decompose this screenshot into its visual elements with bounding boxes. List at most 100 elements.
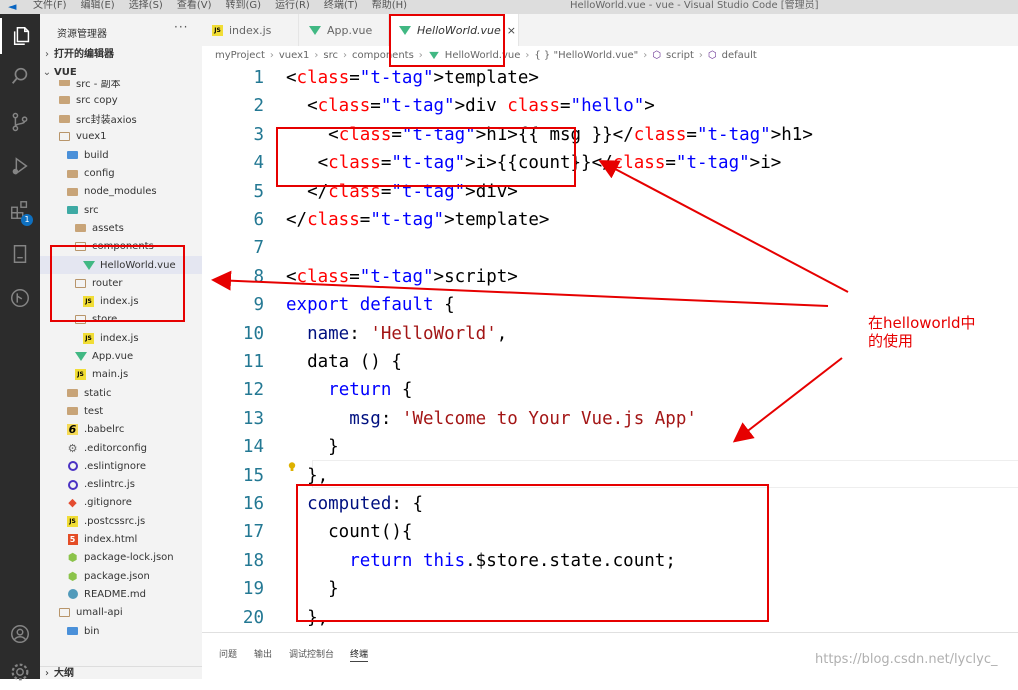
tree-item[interactable]: 6 .babelrc [40, 421, 202, 439]
breadcrumb-default[interactable]: default [722, 50, 757, 61]
highlight-box-template [276, 127, 576, 187]
tree-item[interactable]: README.md [40, 585, 202, 603]
title-bar: ◄ 文件(F) 编辑(E) 选择(S) 查看(V) 转到(G) 运行(R) 终端… [0, 0, 1018, 14]
tree-item[interactable]: ⬢ package-lock.json [40, 549, 202, 567]
code-text: msg: 'Welcome to Your Vue.js App' [349, 408, 697, 429]
breadcrumb-myproject[interactable]: myProject [215, 50, 265, 61]
menu-run[interactable]: 运行(R) [275, 0, 310, 12]
tree-item[interactable]: src copy [40, 91, 202, 109]
tab-debug-console[interactable]: 调试控制台 [289, 647, 334, 660]
tab-problems[interactable]: 问题 [219, 647, 237, 660]
workspace-label: VUE [54, 67, 77, 78]
tree-item[interactable]: static [40, 384, 202, 402]
code-line[interactable]: 11 data () { [202, 348, 1018, 376]
tree-item[interactable]: node_modules [40, 183, 202, 201]
book-icon[interactable] [0, 236, 40, 272]
explorer-icon[interactable] [0, 18, 42, 54]
tree-item[interactable]: src封装axios [40, 110, 202, 128]
extensions-icon[interactable]: 1 [0, 192, 40, 228]
activity-bar: 1 [0, 14, 42, 681]
menu-file[interactable]: 文件(F) [33, 0, 67, 12]
outline-section[interactable]: › 大纲 [40, 666, 202, 679]
tree-item[interactable]: umall-api [40, 604, 202, 622]
code-line[interactable]: 2 <class="t-tag">div class="hello"> [202, 92, 1018, 120]
tree-item[interactable]: JS main.js [40, 366, 202, 384]
search-icon[interactable] [0, 58, 40, 94]
tree-item[interactable]: JS index.js [40, 329, 202, 347]
tree-item-label: assets [92, 222, 124, 234]
account-icon[interactable] [0, 616, 40, 652]
tree-item[interactable]: ◆ .gitignore [40, 494, 202, 512]
tree-item[interactable]: src [40, 201, 202, 219]
tree-item[interactable]: JS .postcssrc.js [40, 512, 202, 530]
code-line[interactable]: 1 <class="t-tag">template> [202, 64, 1018, 92]
git-icon: ◆ [68, 496, 77, 510]
code-text: data () { [286, 352, 402, 372]
tree-item[interactable]: bin [40, 622, 202, 640]
chevron-right-icon: › [45, 49, 49, 60]
menu-view[interactable]: 查看(V) [177, 0, 212, 12]
run-debug-icon[interactable] [0, 148, 40, 184]
editor-tabs: JS index.js App.vue HelloWorld.vue × [202, 14, 1018, 46]
code-text: <class="t-tag">script> [286, 266, 518, 287]
code-line[interactable]: 7 [202, 234, 1018, 262]
settings-icon[interactable] [0, 654, 40, 690]
tree-item-label: .eslintignore [84, 460, 146, 472]
line-number: 6 [253, 210, 264, 230]
tree-item-label: .postcssrc.js [84, 515, 146, 527]
tree-item-label: build [84, 149, 109, 161]
tree-item[interactable]: App.vue [40, 348, 202, 366]
tree-item[interactable]: 5 index.html [40, 531, 202, 549]
menu-go[interactable]: 转到(G) [226, 0, 262, 12]
menu-help[interactable]: 帮助(H) [372, 0, 407, 12]
tree-item[interactable]: src - 副本 [40, 80, 202, 91]
line-number: 15 [242, 465, 264, 486]
tree-item[interactable]: vuex1 [40, 128, 202, 146]
breadcrumb-src[interactable]: src [323, 50, 338, 61]
tree-item[interactable]: .eslintignore [40, 457, 202, 475]
line-number: 14 [242, 437, 264, 458]
code-line[interactable]: 6 </class="t-tag">template> [202, 206, 1018, 234]
code-line[interactable]: 12 return { [202, 376, 1018, 404]
folder-icon [58, 80, 71, 88]
git-graph-icon[interactable] [0, 280, 40, 316]
menu-bar: 文件(F) 编辑(E) 选择(S) 查看(V) 转到(G) 运行(R) 终端(T… [33, 0, 407, 12]
tree-item-label: static [84, 387, 112, 399]
eslint-icon [66, 460, 79, 472]
tree-item[interactable]: build [40, 146, 202, 164]
open-editors-section[interactable]: › 打开的编辑器 [40, 46, 202, 64]
menu-terminal[interactable]: 终端(T) [324, 0, 358, 12]
menu-edit[interactable]: 编辑(E) [81, 0, 115, 12]
code-text: name: 'HelloWorld', [307, 323, 508, 344]
breadcrumb-module[interactable]: { } "HelloWorld.vue" [534, 50, 638, 61]
line-number: 13 [242, 408, 264, 429]
close-icon[interactable]: × [507, 24, 516, 37]
code-line[interactable]: 13 msg: 'Welcome to Your Vue.js App' [202, 405, 1018, 433]
tree-item[interactable]: .eslintrc.js [40, 476, 202, 494]
tree-item-label: src [84, 204, 99, 216]
tree-item[interactable]: assets [40, 219, 202, 237]
tab-index-js[interactable]: JS index.js [202, 14, 299, 46]
breadcrumb-vuex1[interactable]: vuex1 [279, 50, 310, 61]
tree-item[interactable]: ⚙ .editorconfig [40, 439, 202, 457]
tree-item[interactable]: ⬢ package.json [40, 567, 202, 585]
code-line[interactable]: 14 } [202, 433, 1018, 461]
line-number: 18 [242, 550, 264, 571]
tab-app-vue[interactable]: App.vue [299, 14, 389, 46]
code-line[interactable]: 8 <class="t-tag">script> [202, 263, 1018, 291]
code-text: <class="t-tag">div class="hello"> [286, 96, 655, 117]
annotation-text: 在helloworld中 的使用 [868, 314, 976, 350]
window-title: HelloWorld.vue - vue - Visual Studio Cod… [570, 0, 819, 11]
eslint-icon [66, 479, 79, 491]
breadcrumb-script[interactable]: script [666, 50, 694, 61]
line-number: 19 [242, 579, 264, 600]
menu-selection[interactable]: 选择(S) [129, 0, 163, 12]
tab-output[interactable]: 输出 [254, 647, 272, 660]
source-control-icon[interactable] [0, 104, 40, 140]
tree-item[interactable]: test [40, 402, 202, 420]
more-actions-icon[interactable]: ··· [174, 20, 188, 34]
tree-item[interactable]: config [40, 165, 202, 183]
tab-terminal[interactable]: 终端 [350, 647, 369, 662]
vue-file-icon [309, 25, 321, 35]
folder-icon [66, 625, 79, 637]
